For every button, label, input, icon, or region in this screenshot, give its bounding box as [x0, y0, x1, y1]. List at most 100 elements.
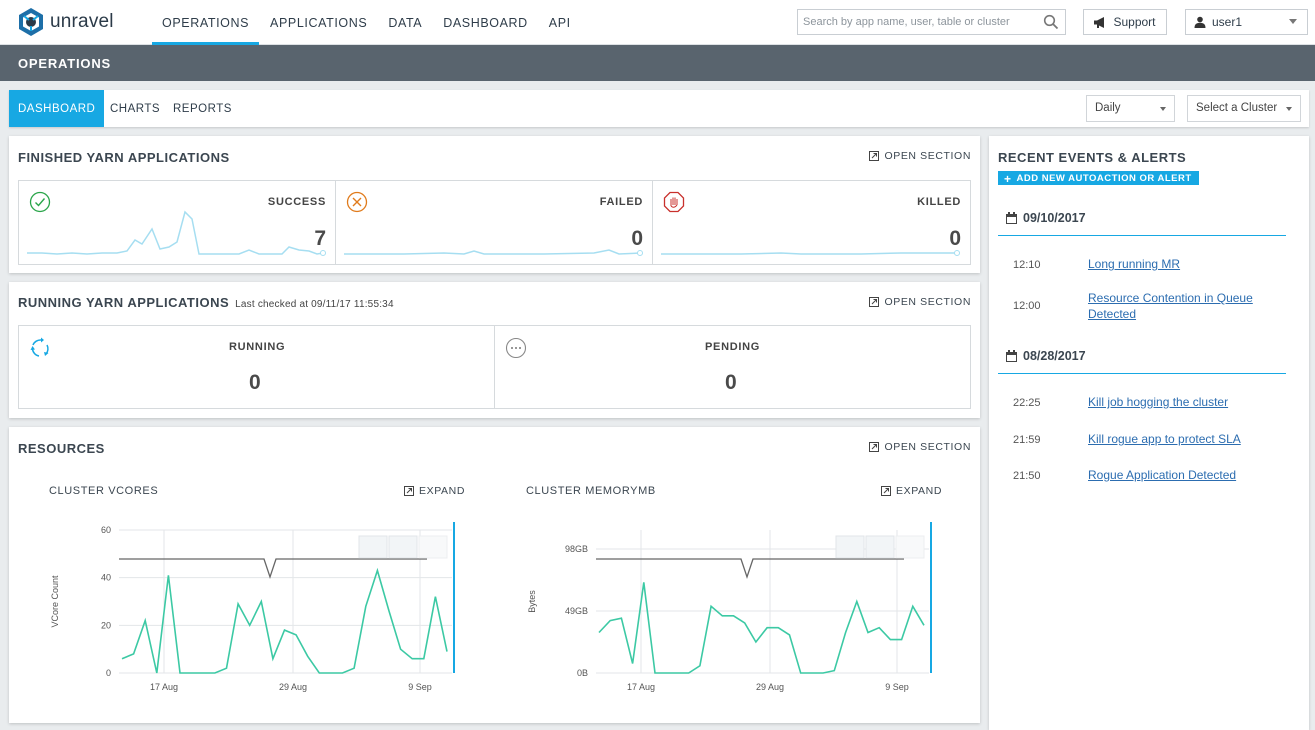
pending-dots-icon [505, 337, 527, 359]
event-time: 12:00 [1013, 300, 1041, 312]
last-checked-text: Last checked at 09/11/17 11:55:34 [235, 299, 394, 310]
add-autoaction-button[interactable]: + ADD NEW AUTOACTION OR ALERT [998, 171, 1199, 185]
user-icon [1194, 16, 1206, 28]
success-tile[interactable]: SUCCESS 7 [19, 181, 336, 264]
external-link-icon [404, 486, 414, 496]
recent-events-panel: RECENT EVENTS & ALERTS + ADD NEW AUTOACT… [989, 136, 1309, 730]
failed-tile[interactable]: FAILED 0 [336, 181, 653, 264]
series-line [121, 567, 448, 674]
event-link[interactable]: Kill rogue app to protect SLA [1088, 431, 1288, 447]
open-section-label: OPEN SECTION [884, 441, 971, 453]
y-tick-label: 0B [577, 668, 588, 678]
nav-applications[interactable]: APPLICATIONS [260, 0, 377, 45]
y-axis-label: VCore Count [50, 575, 60, 628]
finished-tiles: SUCCESS 7 FAILED 0 KILLED 0 [18, 180, 971, 265]
running-open-section-link[interactable]: OPEN SECTION [869, 296, 971, 308]
page-title: OPERATIONS [0, 45, 1315, 81]
chevron-down-icon [1286, 107, 1292, 111]
chevron-down-icon [1160, 107, 1166, 111]
vcores-chart-title: CLUSTER VCORES [49, 485, 159, 497]
x-tick-label: 9 Sep [408, 682, 432, 692]
events-title: RECENT EVENTS & ALERTS [998, 150, 1187, 165]
resources-open-section-link[interactable]: OPEN SECTION [869, 441, 971, 453]
external-link-icon [869, 297, 880, 307]
series-line [598, 582, 925, 674]
success-sparkline [27, 210, 326, 256]
calendar-icon [1006, 212, 1017, 224]
vcores-expand-link[interactable]: EXPAND [404, 485, 465, 497]
main-nav: OPERATIONS APPLICATIONS DATA DASHBOARD A… [152, 0, 582, 45]
killed-tile[interactable]: KILLED 0 [653, 181, 970, 264]
memory-chart-title: CLUSTER MEMORYMB [526, 485, 656, 497]
tab-dashboard[interactable]: DASHBOARD [9, 90, 105, 127]
event-time: 21:59 [1013, 434, 1041, 446]
y-tick-label: 49GB [565, 606, 588, 616]
pending-count: 0 [725, 371, 737, 394]
finished-open-section-link[interactable]: OPEN SECTION [869, 150, 971, 162]
threshold-line [119, 558, 427, 580]
y-tick-label: 0 [106, 668, 111, 678]
event-link[interactable]: Long running MR [1088, 256, 1288, 272]
running-yarn-title: RUNNING YARN APPLICATIONS Last checked at… [18, 295, 394, 310]
cluster-select[interactable]: Select a Cluster [1187, 95, 1301, 122]
resources-panel: RESOURCES OPEN SECTION CLUSTER VCORES EX… [9, 427, 980, 723]
running-tiles: RUNNING 0 PENDING 0 [18, 325, 971, 409]
open-section-label: OPEN SECTION [884, 150, 971, 162]
support-button[interactable]: Support [1083, 9, 1167, 35]
bar-view-icon [418, 535, 448, 559]
event-link[interactable]: Rogue Application Detected [1088, 467, 1288, 483]
memory-expand-link[interactable]: EXPAND [881, 485, 942, 497]
search-input[interactable] [798, 10, 1038, 34]
x-tick-label: 29 Aug [279, 682, 307, 692]
area-view-icon [865, 535, 895, 559]
event-date: 08/28/2017 [1023, 349, 1086, 363]
event-link[interactable]: Kill job hogging the cluster [1088, 394, 1288, 410]
threshold-line [596, 558, 904, 580]
nav-api[interactable]: API [539, 0, 581, 45]
x-tick-label: 17 Aug [150, 682, 178, 692]
sub-tab-bar: DASHBOARD CHARTS REPORTS Daily Select a … [9, 90, 1309, 127]
search-box [797, 9, 1066, 35]
nav-operations[interactable]: OPERATIONS [152, 0, 260, 45]
running-label: RUNNING [229, 341, 286, 353]
event-time: 12:10 [1013, 259, 1041, 271]
x-tick-label: 17 Aug [627, 682, 655, 692]
external-link-icon [881, 486, 891, 496]
user-menu[interactable]: user1 [1185, 9, 1308, 35]
external-link-icon [869, 442, 880, 452]
period-select[interactable]: Daily [1086, 95, 1175, 122]
running-tile[interactable]: RUNNING 0 [19, 326, 495, 408]
tab-reports[interactable]: REPORTS [173, 90, 232, 127]
y-axis-label: Bytes [527, 590, 537, 613]
tab-charts[interactable]: CHARTS [110, 90, 160, 127]
event-date: 09/10/2017 [1023, 211, 1086, 225]
unravel-logo-icon [19, 8, 43, 36]
failed-sparkline [344, 249, 643, 256]
megaphone-icon [1094, 16, 1105, 28]
search-icon[interactable] [1043, 14, 1059, 30]
user-name: user1 [1212, 15, 1243, 29]
pending-tile[interactable]: PENDING 0 [495, 326, 972, 408]
memory-chart[interactable]: 0B 49GB 98GB 17 Aug 29 Aug 9 Sep Bytes [516, 522, 936, 702]
running-count: 0 [249, 371, 261, 394]
nav-dashboard[interactable]: DASHBOARD [433, 0, 538, 45]
y-tick-label: 40 [101, 573, 111, 583]
y-tick-label: 98GB [565, 544, 588, 554]
external-link-icon [869, 151, 880, 161]
nav-data[interactable]: DATA [378, 0, 432, 45]
finished-yarn-panel: FINISHED YARN APPLICATIONS OPEN SECTION … [9, 136, 980, 273]
plus-icon: + [1004, 171, 1012, 186]
app-logo[interactable]: unravel [16, 7, 114, 37]
x-tick-label: 9 Sep [885, 682, 909, 692]
event-date-header: 09/10/2017 [998, 211, 1286, 236]
running-yarn-panel: RUNNING YARN APPLICATIONS Last checked at… [9, 282, 980, 418]
running-yarn-title-text: RUNNING YARN APPLICATIONS [18, 295, 230, 310]
event-link[interactable]: Resource Contention in Queue Detected [1088, 290, 1283, 322]
event-time: 21:50 [1013, 470, 1041, 482]
calendar-icon [1006, 350, 1017, 362]
chevron-down-icon [1289, 19, 1297, 24]
resources-title: RESOURCES [18, 441, 105, 456]
bar-view-icon [895, 535, 925, 559]
top-navbar: unravel OPERATIONS APPLICATIONS DATA DAS… [0, 0, 1315, 45]
vcores-chart[interactable]: 0 20 40 60 17 Aug 29 Aug 9 Sep VCore Count [39, 522, 459, 702]
